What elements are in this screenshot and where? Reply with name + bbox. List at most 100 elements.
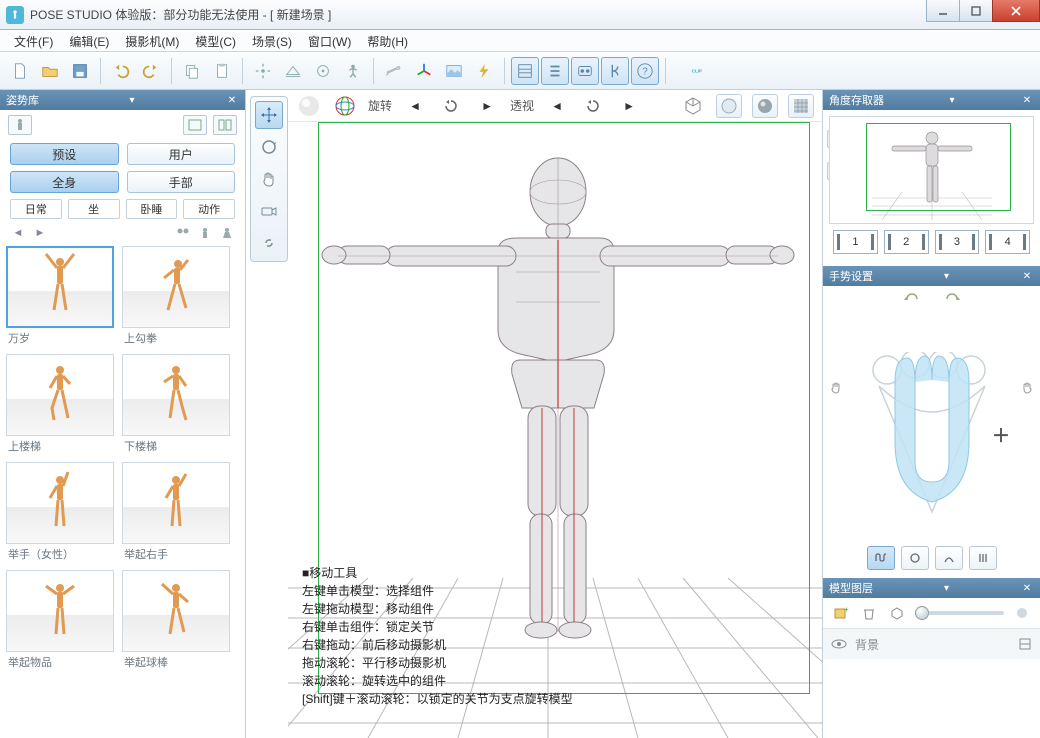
- delete-layer-icon[interactable]: [859, 604, 879, 622]
- hand-rotate-left-icon[interactable]: [901, 290, 923, 308]
- shade2-icon[interactable]: [752, 94, 778, 118]
- cat-action[interactable]: 动作: [183, 199, 235, 219]
- prev-page-icon[interactable]: ◄: [10, 226, 26, 240]
- visibility-icon[interactable]: [831, 635, 847, 653]
- angle-slot-1[interactable]: 1: [833, 230, 878, 254]
- cat-daily[interactable]: 日常: [10, 199, 62, 219]
- redo-icon[interactable]: [137, 57, 165, 85]
- view-mode2-icon[interactable]: [213, 115, 237, 135]
- open-icon[interactable]: [36, 57, 64, 85]
- hand-preset-2[interactable]: [901, 546, 929, 570]
- gender-female-icon[interactable]: [219, 226, 235, 240]
- add-layer-icon[interactable]: +: [831, 604, 851, 622]
- panel-menu-icon[interactable]: ▾: [125, 93, 139, 107]
- move-tool[interactable]: [255, 101, 283, 129]
- maximize-button[interactable]: [959, 0, 993, 22]
- angle-slot-2[interactable]: 2: [884, 230, 929, 254]
- pose-card[interactable]: 下楼梯: [122, 354, 230, 456]
- panel-menu-icon[interactable]: ▾: [940, 581, 954, 595]
- hand-rotate-right-icon[interactable]: [941, 290, 963, 308]
- hand-preset-1[interactable]: [867, 546, 895, 570]
- opacity-slider[interactable]: [915, 611, 1004, 615]
- pose-card[interactable]: 上勾拳: [122, 246, 230, 348]
- rotate-right-icon[interactable]: ►: [474, 94, 500, 118]
- panel-close-icon[interactable]: ✕: [225, 93, 239, 107]
- menu-edit[interactable]: 编辑(E): [61, 30, 117, 51]
- rotate-reset-icon[interactable]: [438, 94, 464, 118]
- gender-male-icon[interactable]: [197, 226, 213, 240]
- menu-model[interactable]: 模型(C): [187, 30, 244, 51]
- layer-settings-icon[interactable]: [1018, 635, 1032, 653]
- new-icon[interactable]: [6, 57, 34, 85]
- figure-filter-icon[interactable]: [8, 115, 32, 135]
- hand-widget[interactable]: [857, 352, 1007, 522]
- undo-icon[interactable]: [107, 57, 135, 85]
- pose-card[interactable]: 举起右手: [122, 462, 230, 564]
- menu-file[interactable]: 文件(F): [6, 30, 61, 51]
- paste-icon[interactable]: [208, 57, 236, 85]
- target-icon[interactable]: [309, 57, 337, 85]
- help-icon[interactable]: ?: [631, 57, 659, 85]
- bg-layer-name[interactable]: [855, 637, 1010, 651]
- hand-preset-4[interactable]: [969, 546, 997, 570]
- panel2-icon[interactable]: [541, 57, 569, 85]
- bone-icon[interactable]: [380, 57, 408, 85]
- angle-preview[interactable]: [829, 116, 1034, 224]
- cube-view-icon[interactable]: [680, 94, 706, 118]
- angle-slot-4[interactable]: 4: [985, 230, 1030, 254]
- link-tool[interactable]: [255, 229, 283, 257]
- angle-slot-3[interactable]: 3: [935, 230, 980, 254]
- viewport-3d[interactable]: ■移动工具 左键单击模型：选择组件 左键拖动模型：移动组件 右键单击组件：锁定关…: [288, 122, 822, 738]
- pose-card[interactable]: 举起物品: [6, 570, 114, 672]
- pose-card[interactable]: 举手（女性）: [6, 462, 114, 564]
- panel1-icon[interactable]: [511, 57, 539, 85]
- camera-tool[interactable]: [255, 197, 283, 225]
- panel-close-icon[interactable]: ✕: [1020, 93, 1034, 107]
- hand-preset-3[interactable]: [935, 546, 963, 570]
- sphere-preview-icon[interactable]: [296, 94, 322, 118]
- gender-both-icon[interactable]: [175, 226, 191, 240]
- center-icon[interactable]: [249, 57, 277, 85]
- next-page-icon[interactable]: ►: [32, 226, 48, 240]
- flash-icon[interactable]: [470, 57, 498, 85]
- rotate-left-icon[interactable]: ◄: [402, 94, 428, 118]
- panel3-icon[interactable]: [571, 57, 599, 85]
- close-button[interactable]: [992, 0, 1040, 22]
- axis-icon[interactable]: [410, 57, 438, 85]
- cube-layer-icon[interactable]: [887, 604, 907, 622]
- reset-pose-icon[interactable]: [339, 57, 367, 85]
- pose-card[interactable]: 上楼梯: [6, 354, 114, 456]
- persp-reset-icon[interactable]: [580, 94, 606, 118]
- menu-window[interactable]: 窗口(W): [300, 30, 359, 51]
- pose-card[interactable]: 万岁: [6, 246, 114, 348]
- panel-menu-icon[interactable]: ▾: [940, 269, 954, 283]
- hand-right-icon[interactable]: [1018, 380, 1034, 399]
- save-icon[interactable]: [66, 57, 94, 85]
- tab-fullbody[interactable]: 全身: [10, 171, 119, 193]
- copy-icon[interactable]: [178, 57, 206, 85]
- floor-icon[interactable]: [279, 57, 307, 85]
- panel-close-icon[interactable]: ✕: [1020, 581, 1034, 595]
- view-mode1-icon[interactable]: [183, 115, 207, 135]
- tab-hand[interactable]: 手部: [127, 171, 236, 193]
- shade1-icon[interactable]: [716, 94, 742, 118]
- cat-sit[interactable]: 坐: [68, 199, 120, 219]
- hand-tool[interactable]: [255, 165, 283, 193]
- cat-lie[interactable]: 卧睡: [126, 199, 178, 219]
- menu-help[interactable]: 帮助(H): [359, 30, 416, 51]
- tab-user[interactable]: 用户: [127, 143, 236, 165]
- menu-scene[interactable]: 场景(S): [244, 30, 300, 51]
- horizon-icon[interactable]: [440, 57, 468, 85]
- panel-menu-icon[interactable]: ▾: [945, 93, 959, 107]
- persp-next-icon[interactable]: ►: [616, 94, 642, 118]
- panel-close-icon[interactable]: ✕: [1020, 269, 1034, 283]
- hand-left-icon[interactable]: [829, 380, 845, 399]
- tab-preset[interactable]: 预设: [10, 143, 119, 165]
- texture-icon[interactable]: [788, 94, 814, 118]
- minimize-button[interactable]: [926, 0, 960, 22]
- panel4-icon[interactable]: [601, 57, 629, 85]
- gizmo-icon[interactable]: [332, 94, 358, 118]
- persp-prev-icon[interactable]: ◄: [544, 94, 570, 118]
- rotate-tool[interactable]: [255, 133, 283, 161]
- pose-card[interactable]: 举起球棒: [122, 570, 230, 672]
